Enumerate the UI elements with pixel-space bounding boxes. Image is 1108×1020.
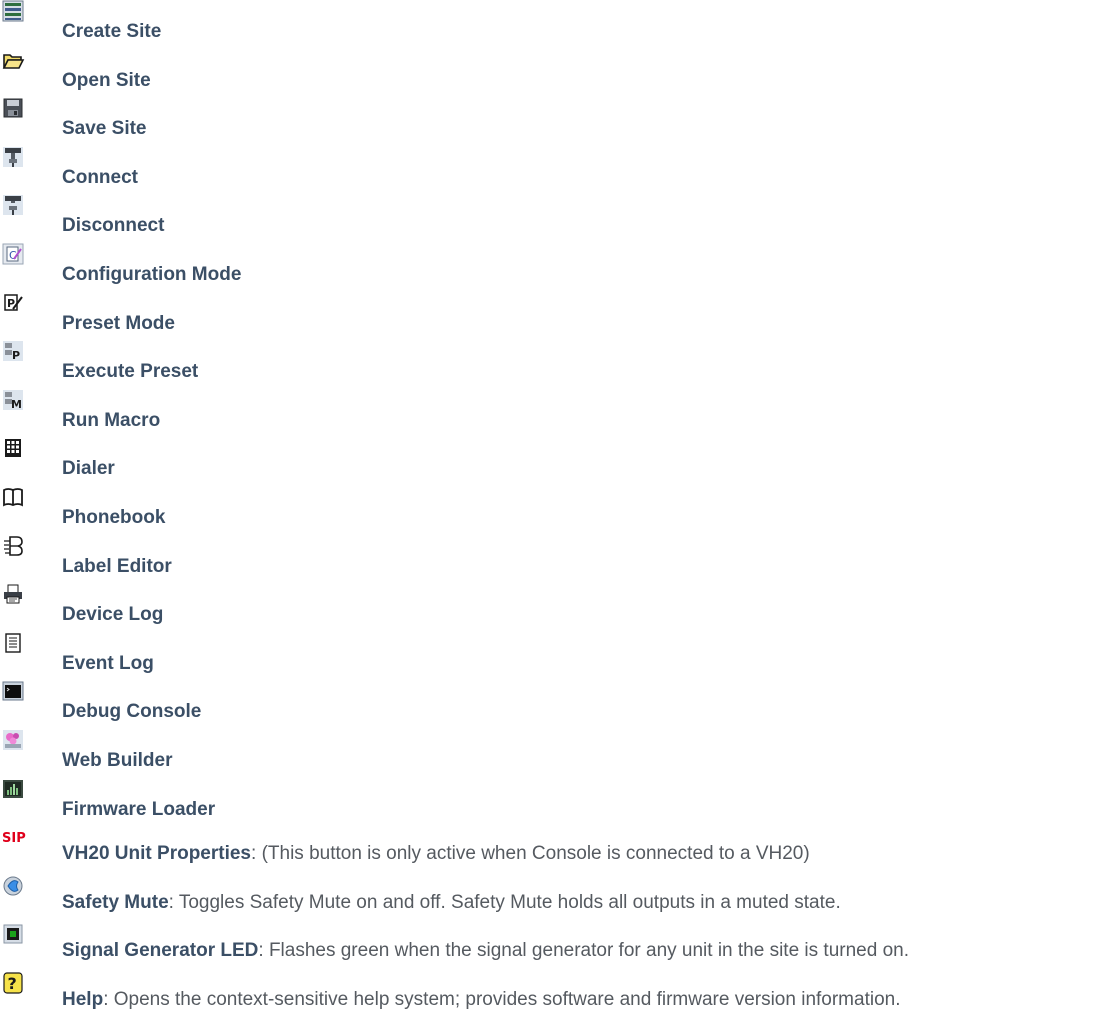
list-item-debug-console: Debug Console — [0, 680, 1108, 729]
list-item-save-site: Save Site — [0, 97, 1108, 146]
item-label: Label Editor — [62, 555, 172, 577]
phonebook-icon — [3, 488, 23, 507]
list-item-dialer: Dialer — [0, 437, 1108, 486]
list-item-open-site: Open Site — [0, 49, 1108, 98]
list-item-label-editor: Label Editor — [0, 535, 1108, 584]
list-item-execute-preset: P Execute Preset — [0, 340, 1108, 389]
item-separator: : — [168, 891, 179, 913]
item-label: Preset Mode — [62, 312, 175, 334]
list-item-preset-mode: P Preset Mode — [0, 292, 1108, 341]
list-item-web-builder: Web Builder — [0, 729, 1108, 778]
event-log-icon — [5, 633, 21, 653]
list-item-signal-generator-led: Signal Generator LED: Flashes green when… — [0, 923, 1108, 972]
item-description: Flashes green when the signal generator … — [268, 940, 909, 962]
firmware-loader-icon — [3, 779, 23, 798]
toolbar-button-reference-list: Create Site Open Site Save Site Connect — [0, 0, 1108, 1020]
disconnect-icon — [3, 195, 23, 216]
list-item-phonebook: Phonebook — [0, 486, 1108, 535]
svg-text:SIP: SIP — [2, 831, 26, 846]
item-label: Device Log — [62, 604, 164, 626]
item-label: Signal Generator LED — [62, 940, 259, 962]
item-description: (This button is only active when Console… — [261, 843, 810, 865]
item-label: Phonebook — [62, 506, 166, 528]
list-item-create-site: Create Site — [0, 0, 1108, 49]
safety-mute-icon — [3, 876, 23, 896]
run-macro-icon: M — [3, 389, 23, 411]
signal-generator-led-icon — [3, 924, 23, 944]
open-site-icon — [2, 53, 25, 69]
list-item-event-log: Event Log — [0, 632, 1108, 681]
item-label: Firmware Loader — [62, 798, 216, 820]
item-label: Dialer — [62, 458, 115, 480]
preset-mode-icon: P — [4, 293, 23, 311]
item-label: Connect — [62, 166, 138, 188]
svg-text:?: ? — [8, 974, 17, 993]
svg-text:M: M — [11, 398, 22, 411]
item-label: Create Site — [62, 21, 162, 42]
svg-text:P: P — [12, 349, 20, 362]
debug-console-icon — [2, 681, 24, 701]
list-item-disconnect: Disconnect — [0, 194, 1108, 243]
item-label: Disconnect — [62, 215, 165, 237]
list-item-help: ? Help: Opens the context-sensitive help… — [0, 972, 1108, 1020]
label-editor-icon — [4, 535, 23, 556]
item-description: Toggles Safety Mute on and off. Safety M… — [178, 891, 841, 913]
list-item-device-log: Device Log — [0, 583, 1108, 632]
item-separator: : — [251, 843, 262, 865]
item-label: Open Site — [62, 69, 151, 91]
create-site-icon — [2, 0, 24, 22]
configuration-mode-icon: C — [2, 243, 24, 265]
item-separator: : — [103, 988, 114, 1010]
list-item-firmware-loader: Firmware Loader — [0, 778, 1108, 827]
list-item-safety-mute: Safety Mute: Toggles Safety Mute on and … — [0, 875, 1108, 924]
item-label: Run Macro — [62, 409, 161, 431]
list-item-connect: Connect — [0, 146, 1108, 195]
list-item-vh20-unit-properties: SIP VH20 Unit Properties: (This button i… — [0, 826, 1108, 875]
list-item-configuration-mode: C Configuration Mode — [0, 243, 1108, 292]
item-label: Help — [62, 988, 104, 1010]
item-label: Event Log — [62, 652, 154, 674]
item-label: Configuration Mode — [62, 263, 242, 285]
item-description: Opens the context-sensitive help system;… — [113, 988, 901, 1010]
item-label: Execute Preset — [62, 361, 199, 383]
item-separator: : — [258, 940, 269, 962]
help-icon: ? — [3, 972, 23, 994]
web-builder-icon — [3, 729, 23, 750]
execute-preset-icon: P — [3, 341, 23, 362]
device-log-icon — [4, 584, 22, 604]
save-site-icon — [3, 98, 23, 118]
dialer-icon — [5, 439, 21, 458]
item-label: Web Builder — [62, 749, 173, 771]
connect-icon — [3, 146, 23, 167]
item-label: Save Site — [62, 118, 147, 140]
item-label: VH20 Unit Properties — [62, 843, 251, 865]
sip-icon: SIP — [2, 831, 26, 846]
item-label: Debug Console — [62, 701, 202, 723]
list-item-run-macro: M Run Macro — [0, 389, 1108, 438]
item-label: Safety Mute — [62, 891, 169, 913]
